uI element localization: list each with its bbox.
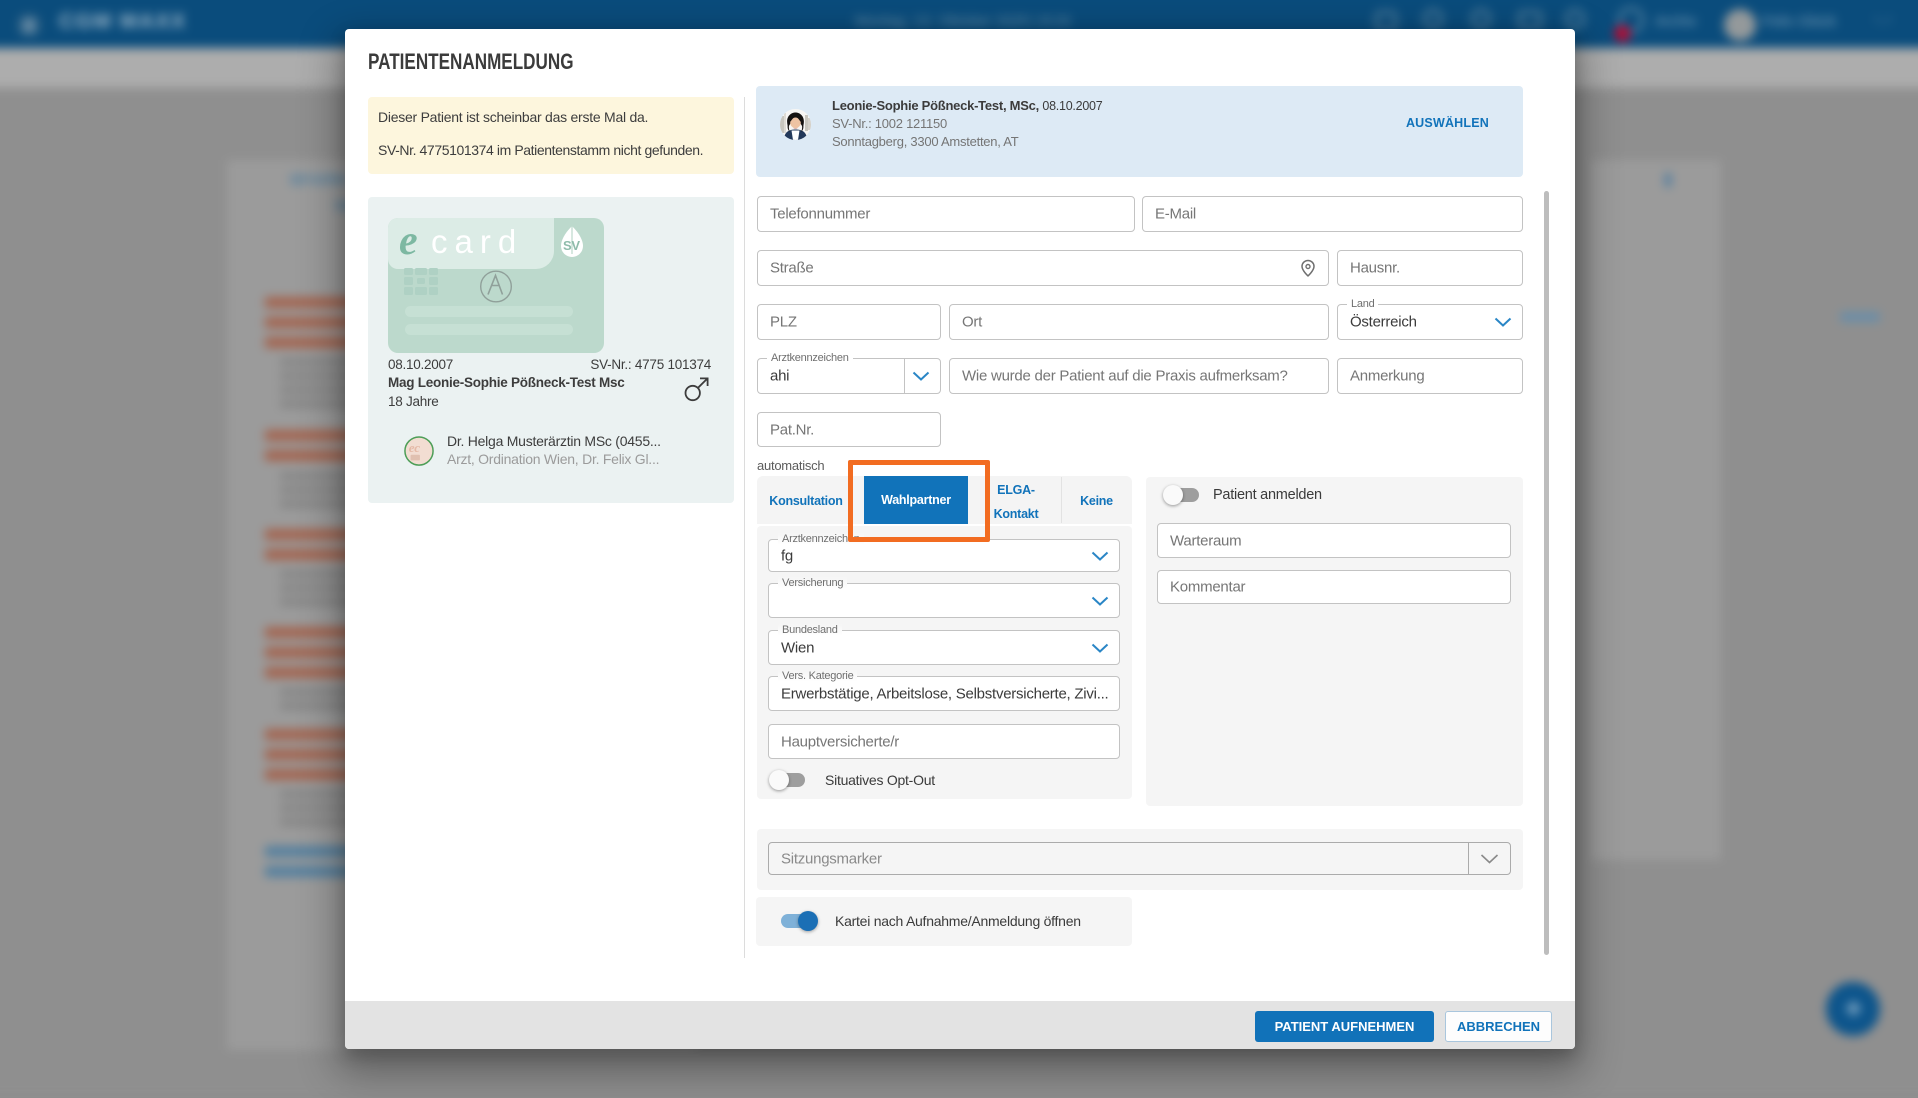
svg-text:card: card bbox=[431, 223, 523, 260]
svg-text:SV: SV bbox=[563, 238, 580, 253]
svg-text:e: e bbox=[399, 218, 417, 264]
svg-text:ec: ec bbox=[409, 440, 421, 455]
